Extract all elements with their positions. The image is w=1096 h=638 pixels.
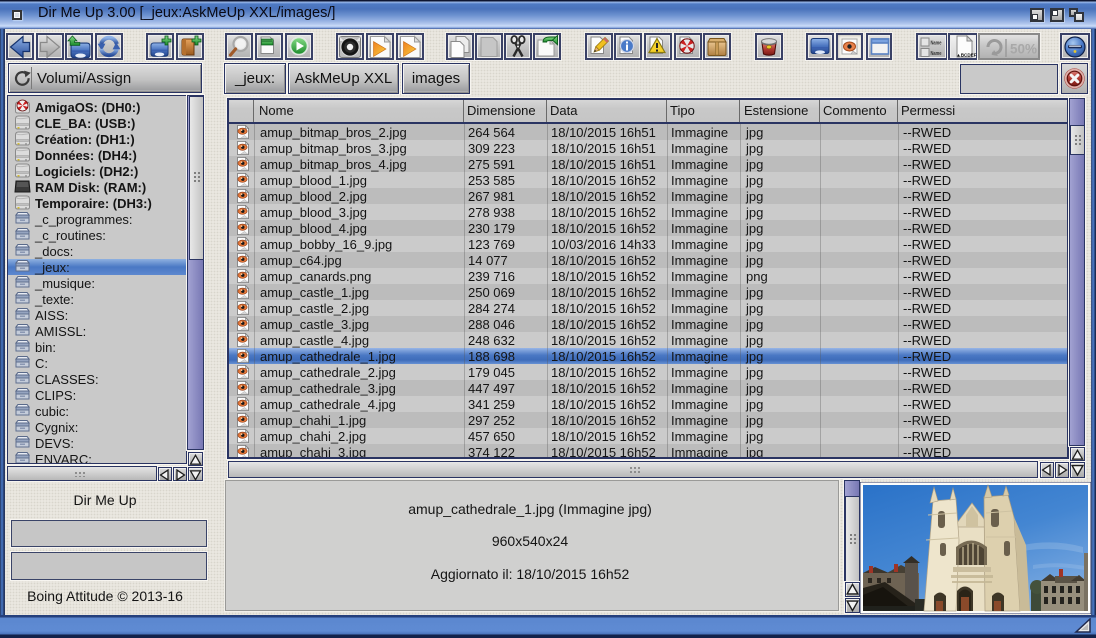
svg-text:▲BCDEF: ▲BCDEF — [956, 53, 977, 58]
svg-text:50%: 50% — [1010, 42, 1037, 57]
svg-text:Name: Name — [931, 41, 942, 47]
svg-text:Name: Name — [931, 51, 942, 57]
